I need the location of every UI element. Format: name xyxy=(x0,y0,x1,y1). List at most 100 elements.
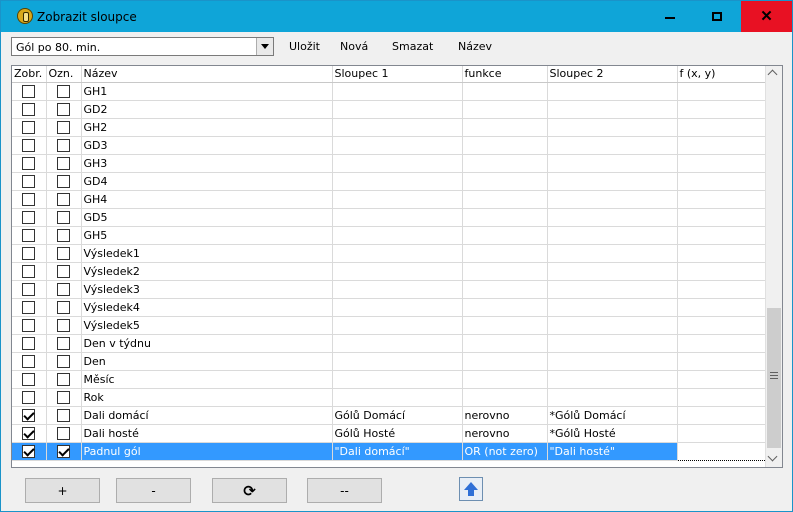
column1-cell[interactable] xyxy=(332,352,463,371)
fxy-cell[interactable] xyxy=(677,172,767,191)
name-cell[interactable]: Den xyxy=(81,352,333,371)
mark-checkbox[interactable] xyxy=(57,390,70,404)
rename-button[interactable]: Název xyxy=(458,40,492,53)
function-cell[interactable] xyxy=(462,262,548,281)
column1-cell[interactable] xyxy=(332,208,463,227)
function-cell[interactable] xyxy=(462,244,548,263)
name-cell[interactable]: GH5 xyxy=(81,226,333,245)
fxy-cell[interactable] xyxy=(677,352,767,371)
name-cell[interactable]: GH1 xyxy=(81,82,333,101)
chevron-down-icon[interactable] xyxy=(256,38,273,55)
col-header-name[interactable]: Název xyxy=(81,66,333,83)
show-checkbox[interactable] xyxy=(22,264,36,278)
table-row[interactable]: GH5 xyxy=(12,226,767,245)
fxy-cell[interactable] xyxy=(677,424,767,443)
table-row[interactable]: Výsledek2 xyxy=(12,262,767,281)
column1-cell[interactable] xyxy=(332,172,463,191)
function-cell[interactable] xyxy=(462,154,548,173)
mark-checkbox[interactable] xyxy=(57,156,70,170)
column2-cell[interactable] xyxy=(547,208,678,227)
column1-cell[interactable] xyxy=(332,370,463,389)
show-checkbox[interactable] xyxy=(22,372,36,386)
show-checkbox[interactable] xyxy=(22,192,36,206)
column2-cell[interactable] xyxy=(547,226,678,245)
mark-checkbox[interactable] xyxy=(57,84,70,98)
mark-checkbox[interactable] xyxy=(57,282,70,296)
mark-checkbox[interactable] xyxy=(57,354,70,368)
name-cell[interactable]: GH4 xyxy=(81,190,333,209)
fxy-cell[interactable] xyxy=(677,100,767,119)
table-row[interactable]: Dali domácí Gólů Domácí nerovno *Gólů Domác… xyxy=(12,406,767,425)
fxy-cell[interactable] xyxy=(677,136,767,155)
table-row[interactable]: Padnul gól "Dali domácí" OR (not zero) "Dal… xyxy=(12,441,767,461)
table-row[interactable]: GH3 xyxy=(12,154,767,173)
name-cell[interactable]: Rok xyxy=(81,388,333,407)
mark-checkbox[interactable] xyxy=(57,426,70,440)
fxy-cell[interactable] xyxy=(677,388,767,407)
column2-cell[interactable] xyxy=(547,244,678,263)
table-row[interactable]: Výsledek1 xyxy=(12,244,767,263)
minimize-button[interactable] xyxy=(647,1,693,32)
show-checkbox[interactable] xyxy=(22,120,36,134)
column2-cell[interactable]: *Gólů Domácí xyxy=(547,406,678,425)
col-header-show[interactable]: Zobr. xyxy=(12,66,47,83)
fxy-cell[interactable] xyxy=(677,82,767,101)
scroll-thumb[interactable] xyxy=(767,308,781,448)
mark-checkbox[interactable] xyxy=(57,318,70,332)
mark-checkbox[interactable] xyxy=(57,210,70,224)
column2-cell[interactable] xyxy=(547,118,678,137)
add-row-button[interactable]: + xyxy=(25,478,100,503)
function-cell[interactable] xyxy=(462,316,548,335)
table-row[interactable]: Výsledek5 xyxy=(12,316,767,335)
vertical-scrollbar[interactable] xyxy=(765,66,782,467)
fxy-cell[interactable] xyxy=(677,244,767,263)
show-checkbox[interactable] xyxy=(22,426,36,440)
table-row[interactable]: Výsledek3 xyxy=(12,280,767,299)
table-row[interactable]: Den xyxy=(12,352,767,371)
scroll-up-icon[interactable] xyxy=(766,66,782,83)
column1-cell[interactable]: Gólů Domácí xyxy=(332,406,463,425)
function-cell[interactable]: OR (not zero) xyxy=(462,442,548,461)
column1-cell[interactable] xyxy=(332,136,463,155)
fxy-cell[interactable] xyxy=(676,441,767,461)
function-cell[interactable] xyxy=(462,352,548,371)
column1-cell[interactable] xyxy=(332,298,463,317)
show-checkbox[interactable] xyxy=(22,174,36,188)
column2-cell[interactable] xyxy=(547,334,678,353)
name-cell[interactable]: GH3 xyxy=(81,154,333,173)
table-row[interactable]: Výsledek4 xyxy=(12,298,767,317)
name-cell[interactable]: Padnul gól xyxy=(81,442,333,461)
show-checkbox[interactable] xyxy=(22,210,36,224)
fxy-cell[interactable] xyxy=(677,316,767,335)
show-checkbox[interactable] xyxy=(22,138,36,152)
col-header-fxy[interactable]: f (x, y) xyxy=(677,66,767,83)
column2-cell[interactable] xyxy=(547,82,678,101)
table-row[interactable]: GD2 xyxy=(12,100,767,119)
show-checkbox[interactable] xyxy=(22,102,36,116)
column1-cell[interactable]: "Dali domácí" xyxy=(332,442,463,461)
column2-cell[interactable] xyxy=(547,154,678,173)
function-cell[interactable] xyxy=(462,172,548,191)
name-cell[interactable]: GD5 xyxy=(81,208,333,227)
function-cell[interactable]: nerovno xyxy=(462,424,548,443)
col-header-function[interactable]: funkce xyxy=(462,66,548,83)
show-checkbox[interactable] xyxy=(22,336,36,350)
name-cell[interactable]: Výsledek3 xyxy=(81,280,333,299)
show-checkbox[interactable] xyxy=(22,282,36,296)
name-cell[interactable]: Dali hosté xyxy=(81,424,333,443)
close-button[interactable]: ✕ xyxy=(741,1,792,32)
show-checkbox[interactable] xyxy=(22,354,36,368)
column1-cell[interactable] xyxy=(332,262,463,281)
show-checkbox[interactable] xyxy=(22,444,36,458)
column1-cell[interactable] xyxy=(332,100,463,119)
mark-checkbox[interactable] xyxy=(57,246,70,260)
function-cell[interactable] xyxy=(462,334,548,353)
col-header-mark[interactable]: Ozn. xyxy=(46,66,82,83)
fxy-cell[interactable] xyxy=(677,226,767,245)
table-row[interactable]: Dali hosté Gólů Hosté nerovno *Gólů Hosté xyxy=(12,424,767,443)
table-row[interactable]: Měsíc xyxy=(12,370,767,389)
function-cell[interactable] xyxy=(462,82,548,101)
column1-cell[interactable] xyxy=(332,82,463,101)
column2-cell[interactable] xyxy=(547,136,678,155)
scroll-down-icon[interactable] xyxy=(766,450,782,467)
